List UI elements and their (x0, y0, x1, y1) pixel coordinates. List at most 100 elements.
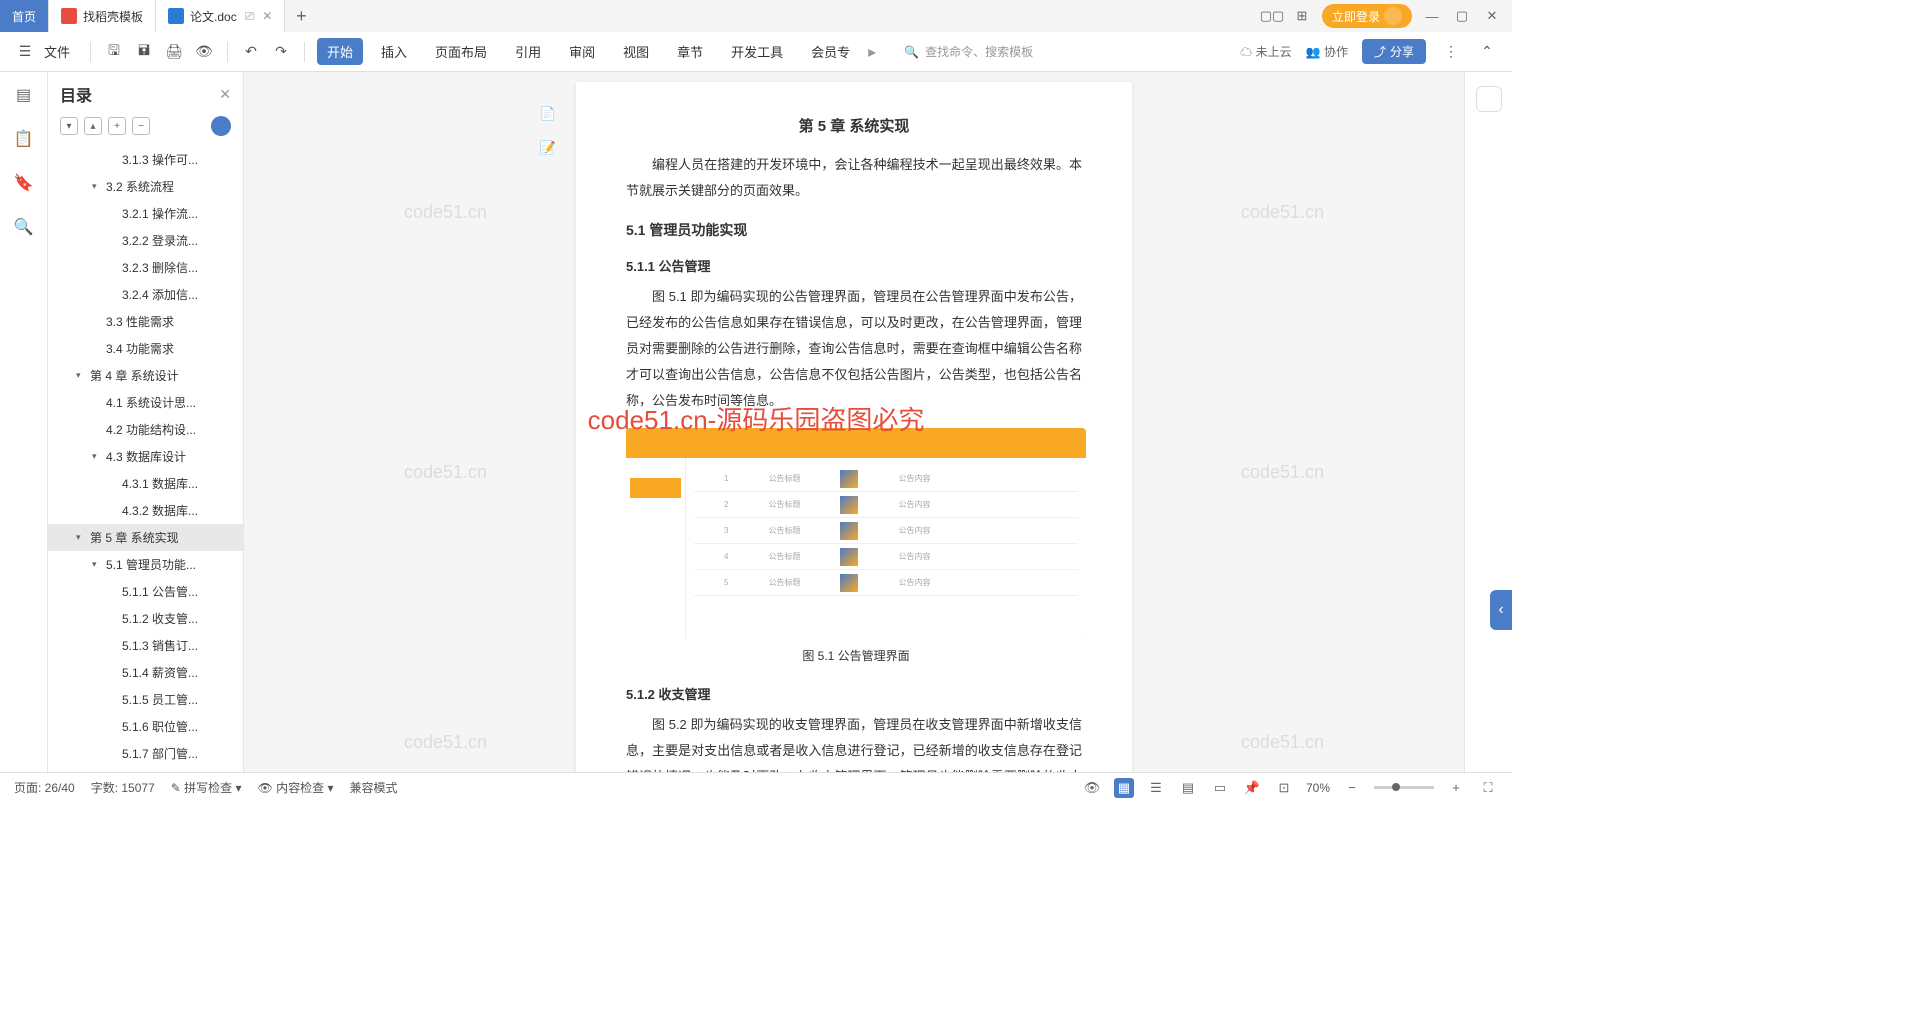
close-window-icon[interactable]: ✕ (1482, 6, 1502, 26)
pin-icon[interactable]: 📌 (1242, 778, 1262, 798)
toc-item[interactable]: 5.1.1 公告管... (48, 578, 243, 605)
watermark: code51.cn (404, 732, 487, 753)
toc-item[interactable]: ▾第 5 章 系统实现 (48, 524, 243, 551)
layout-icon[interactable]: ▢▢ (1262, 6, 1282, 26)
ribbon-more-icon[interactable]: ▸ (868, 42, 876, 62)
toc-item[interactable]: ▾4.3 数据库设计 (48, 443, 243, 470)
zoom-slider[interactable] (1374, 786, 1434, 789)
toc-item[interactable]: 5.1.4 薪资管... (48, 659, 243, 686)
toc-expand-icon[interactable]: ▴ (84, 117, 102, 135)
compat-mode[interactable]: 兼容模式 (349, 779, 397, 796)
view-read-icon[interactable]: ▭ (1210, 778, 1230, 798)
share-button[interactable]: ⤴分享 (1362, 39, 1426, 64)
right-panel-toggle-icon[interactable] (1476, 86, 1502, 112)
toc-item[interactable]: 5.1.2 收支管... (48, 605, 243, 632)
toc-item[interactable]: 4.1 系统设计思... (48, 389, 243, 416)
chevron-down-icon: ▾ (76, 370, 86, 381)
zoom-fit-icon[interactable]: ⊡ (1274, 778, 1294, 798)
toc-item[interactable]: ▾3.2 系统流程 (48, 173, 243, 200)
apps-icon[interactable]: ⊞ (1292, 6, 1312, 26)
fullscreen-icon[interactable]: ⛶ (1478, 778, 1498, 798)
coop-button[interactable]: 👥 协作 (1306, 43, 1348, 60)
save-as-icon[interactable]: 🖬 (133, 41, 155, 63)
close-tab-icon[interactable]: ✕ (262, 9, 272, 23)
toc-list[interactable]: 3.1.3 操作可...▾3.2 系统流程3.2.1 操作流...3.2.2 登… (48, 140, 243, 772)
zoom-in-icon[interactable]: + (1446, 778, 1466, 798)
tab-document[interactable]: 论文.doc ⎚ ✕ (156, 0, 285, 32)
toc-item[interactable]: 4.2 功能结构设... (48, 416, 243, 443)
view-outline-icon[interactable]: ☰ (1146, 778, 1166, 798)
toc-item[interactable]: 3.2.4 添加信... (48, 281, 243, 308)
login-button[interactable]: 立即登录 (1322, 4, 1412, 28)
status-bar: 页面: 26/40 字数: 15077 ✎ 拼写检查 ▾ 👁 内容检查 ▾ 兼容… (0, 772, 1512, 802)
toc-close-icon[interactable]: ✕ (219, 86, 231, 103)
menu-icon[interactable]: ☰ (14, 41, 36, 63)
print-icon[interactable]: 🖨 (163, 41, 185, 63)
outline-icon[interactable]: ▤ (13, 84, 35, 106)
ribbon-tab-chapter[interactable]: 章节 (667, 38, 713, 65)
toc-item[interactable]: 3.4 功能需求 (48, 335, 243, 362)
toc-item[interactable]: 4.3.2 数据库... (48, 497, 243, 524)
zoom-out-icon[interactable]: − (1342, 778, 1362, 798)
tab-doc-label: 论文.doc (190, 8, 237, 25)
ribbon-tab-reference[interactable]: 引用 (505, 38, 551, 65)
toc-item-label: 4.3.1 数据库... (122, 475, 198, 492)
toc-item[interactable]: 3.2.3 删除信... (48, 254, 243, 281)
ribbon-tab-start[interactable]: 开始 (317, 38, 363, 65)
toc-item-label: 3.4 功能需求 (106, 340, 174, 357)
ribbon-tab-layout[interactable]: 页面布局 (425, 38, 497, 65)
toc-item[interactable]: 5.1.5 员工管... (48, 686, 243, 713)
search-sidebar-icon[interactable]: 🔍 (13, 216, 35, 238)
toc-item[interactable]: 5.1.6 职位管... (48, 713, 243, 740)
toc-item[interactable]: 5.1.7 部门管... (48, 740, 243, 767)
toc-item[interactable]: 5.1.3 销售订... (48, 632, 243, 659)
eye-icon[interactable]: 👁 (1082, 778, 1102, 798)
content-check[interactable]: 👁 内容检查 ▾ (258, 779, 334, 796)
heading-3: 5.1.2 收支管理 (626, 682, 1082, 708)
view-web-icon[interactable]: ▤ (1178, 778, 1198, 798)
more-icon[interactable]: ⋮ (1440, 41, 1462, 63)
preview-icon[interactable]: 👁 (193, 41, 215, 63)
avatar-icon (1384, 7, 1402, 25)
toc-item[interactable]: 3.3 性能需求 (48, 308, 243, 335)
toc-collapse-icon[interactable]: ▾ (60, 117, 78, 135)
word-count[interactable]: 字数: 15077 (91, 779, 155, 796)
spell-check[interactable]: ✎ 拼写检查 ▾ (171, 779, 242, 796)
view-page-icon[interactable]: ▦ (1114, 778, 1134, 798)
bookmark-icon[interactable]: 🔖 (13, 172, 35, 194)
redo-icon[interactable]: ↷ (270, 41, 292, 63)
side-collapse-tab[interactable]: ‹ (1490, 590, 1512, 630)
ribbon-right: ☁ 未上云 👥 协作 ⤴分享 ⋮ ⌃ (1240, 39, 1498, 64)
ribbon-tab-view[interactable]: 视图 (613, 38, 659, 65)
page-indicator[interactable]: 页面: 26/40 (14, 779, 75, 796)
toc-item[interactable]: ▾第 4 章 系统设计 (48, 362, 243, 389)
save-icon[interactable]: 🖫 (103, 41, 125, 63)
page-note-icon[interactable]: 📝 (536, 136, 560, 160)
tab-home[interactable]: 首页 (0, 0, 49, 32)
toc-item[interactable]: 3.2.1 操作流... (48, 200, 243, 227)
collapse-ribbon-icon[interactable]: ⌃ (1476, 41, 1498, 63)
ribbon-search[interactable]: 🔍查找命令、搜索模板 (904, 43, 1033, 60)
toc-item[interactable]: ▾5.1 管理员功能... (48, 551, 243, 578)
toc-ai-icon[interactable] (211, 116, 231, 136)
ribbon-tab-insert[interactable]: 插入 (371, 38, 417, 65)
tab-device-icon[interactable]: ⎚ (245, 9, 255, 24)
toc-add-icon[interactable]: + (108, 117, 126, 135)
toc-item[interactable]: 4.3.1 数据库... (48, 470, 243, 497)
page-comment-icon[interactable]: 📄 (536, 102, 560, 126)
minimize-icon[interactable]: — (1422, 6, 1442, 26)
ribbon-tab-member[interactable]: 会员专 (801, 38, 860, 65)
ribbon-tab-dev[interactable]: 开发工具 (721, 38, 793, 65)
ribbon-tab-review[interactable]: 审阅 (559, 38, 605, 65)
zoom-level[interactable]: 70% (1306, 781, 1330, 795)
clipboard-icon[interactable]: 📋 (13, 128, 35, 150)
add-tab-button[interactable]: + (285, 6, 317, 27)
toc-item[interactable]: 3.2.2 登录流... (48, 227, 243, 254)
toc-item[interactable]: 3.1.3 操作可... (48, 146, 243, 173)
cloud-status[interactable]: ☁ 未上云 (1240, 43, 1291, 60)
maximize-icon[interactable]: ▢ (1452, 6, 1472, 26)
file-menu[interactable]: 文件 (44, 42, 70, 61)
tab-template[interactable]: 找稻壳模板 (49, 0, 156, 32)
undo-icon[interactable]: ↶ (240, 41, 262, 63)
toc-remove-icon[interactable]: − (132, 117, 150, 135)
